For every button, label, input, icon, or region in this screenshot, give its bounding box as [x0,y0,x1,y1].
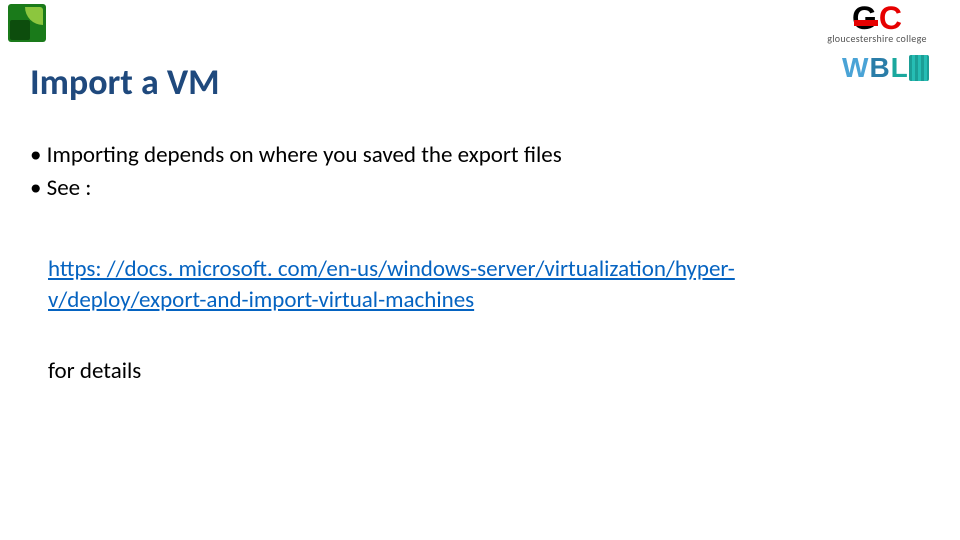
gc-logo: G C gloucestershire college [802,6,952,48]
wbl-pattern-icon [909,55,929,81]
bullet-item: • Importing depends on where you saved t… [30,140,930,171]
link-text-line1: https: //docs. microsoft. com/en-us/wind… [48,255,735,283]
bullet-item: • See : [30,173,930,204]
docs-link[interactable]: https: //docs. microsoft. com/en-us/wind… [48,255,735,314]
slide-content: • Importing depends on where you saved t… [30,140,930,387]
gc-c-letter: C [879,6,902,32]
link-text-line2: v/deploy/export-and-import-virtual-machi… [48,286,474,314]
bullet-text: See : [47,174,92,202]
gc-text: gloucestershire college [827,32,927,45]
bcs-logo [8,4,48,44]
gc-g-letter: G [852,6,877,32]
wbl-logo: W B L [842,52,952,88]
wbl-l-letter: L [891,52,908,84]
link-block: https: //docs. microsoft. com/en-us/wind… [48,254,930,316]
bullet-text: Importing depends on where you saved the… [47,141,562,169]
wbl-b-letter: B [869,52,889,84]
wbl-w-letter: W [842,52,868,84]
slide-title: Import a VM [30,60,220,104]
details-text: for details [48,356,930,387]
